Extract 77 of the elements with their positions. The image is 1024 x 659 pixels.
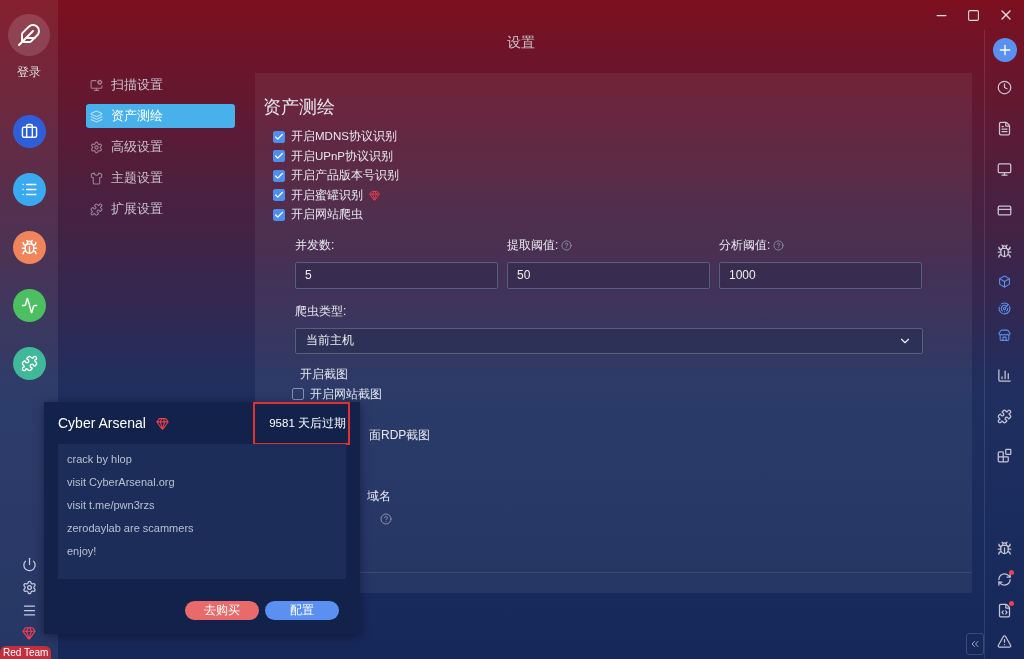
checkbox[interactable] — [273, 208, 285, 221]
message-line: enjoy! — [67, 544, 98, 559]
document-icon[interactable] — [997, 121, 1012, 136]
box-icon[interactable] — [998, 275, 1011, 288]
puzzle-icon — [90, 202, 103, 216]
input-field[interactable]: 50 — [507, 261, 710, 289]
team-badge: Red Team — [0, 646, 52, 659]
shirt-icon — [90, 171, 103, 185]
expiry-text: 9581 天后过期 — [253, 401, 350, 445]
checkbox[interactable] — [273, 150, 285, 163]
list-icon[interactable] — [12, 173, 46, 206]
checkbox[interactable] — [273, 189, 285, 202]
help-icon[interactable] — [561, 239, 573, 251]
refresh-icon[interactable] — [997, 572, 1012, 587]
checkbox[interactable] — [292, 388, 304, 400]
radar-icon[interactable] — [998, 302, 1011, 315]
message-line: visit t.me/pwn3rzs — [67, 498, 156, 513]
nav-item[interactable]: 扫描设置 — [86, 73, 235, 97]
checkbox-label: 开启产品版本号识别 — [291, 168, 399, 184]
double-chevron-icon — [969, 638, 981, 650]
field-label: 并发数: — [295, 236, 335, 254]
bug-icon[interactable] — [997, 244, 1012, 259]
add-button[interactable] — [992, 38, 1017, 62]
bar-chart-icon[interactable] — [997, 368, 1012, 383]
help-icon[interactable] — [773, 239, 785, 251]
nav-item[interactable]: 主题设置 — [86, 166, 235, 190]
input-field[interactable]: 5 — [295, 261, 498, 289]
maximize-icon[interactable] — [967, 8, 980, 22]
layers-icon — [90, 109, 103, 123]
gem-icon[interactable] — [22, 626, 36, 640]
checkbox-label: 开启网站爬虫 — [291, 207, 363, 223]
option-label: 域名 — [367, 487, 391, 505]
card-icon[interactable] — [997, 203, 1012, 218]
briefcase-icon[interactable] — [12, 115, 46, 148]
monitor-icon[interactable] — [997, 162, 1012, 177]
message-line: visit CyberArsenal.org — [67, 475, 176, 490]
checkbox[interactable] — [273, 130, 285, 143]
section-title: 资产测绘 — [263, 96, 336, 119]
help-icon[interactable] — [380, 512, 392, 525]
field-label: 分析阈值: — [719, 236, 771, 254]
checkbox-label: 开启UPnP协议识别 — [291, 148, 394, 164]
blocks-icon[interactable] — [997, 448, 1012, 463]
checkbox[interactable] — [273, 169, 285, 182]
gear-icon — [90, 140, 103, 154]
message-line: crack by hlop — [67, 452, 133, 467]
puzzle-icon[interactable] — [997, 409, 1012, 424]
crawler-select[interactable]: 当前主机 — [295, 327, 923, 354]
chart-icon[interactable] — [12, 289, 46, 322]
scan-icon — [90, 78, 103, 92]
message-line: zerodaylab are scammers — [67, 521, 195, 536]
collapse-button[interactable] — [966, 633, 984, 655]
store-icon[interactable] — [998, 329, 1011, 342]
checkbox-label: 开启蜜罐识别 — [291, 187, 363, 203]
bug-icon[interactable] — [997, 541, 1012, 556]
field-label: 提取阈值: — [507, 236, 559, 254]
window-title: 设置 — [506, 33, 536, 52]
subsection-title: 开启截图 — [300, 365, 349, 383]
checkbox-label: 开启网站截图 — [310, 385, 382, 403]
gem-icon — [155, 416, 169, 430]
warning-icon[interactable] — [997, 634, 1012, 649]
input-field[interactable]: 1000 — [719, 261, 922, 289]
nav-item[interactable]: 扩展设置 — [86, 197, 235, 221]
field-label: 爬虫类型: — [295, 302, 347, 320]
nav-item[interactable]: 高级设置 — [86, 135, 235, 159]
settings-icon[interactable] — [21, 580, 37, 595]
bug-icon[interactable] — [12, 231, 46, 264]
power-icon[interactable] — [21, 557, 37, 572]
menu-icon[interactable] — [21, 603, 37, 618]
gem-icon — [369, 189, 380, 201]
logo-icon — [8, 14, 50, 56]
popup-title: Cyber Arsenal — [58, 415, 146, 431]
option-label: 面RDP截图 — [369, 426, 431, 444]
login-link[interactable]: 登录 — [17, 64, 41, 81]
file-icon[interactable] — [997, 603, 1012, 618]
puzzle-icon[interactable] — [12, 347, 46, 380]
clock-icon[interactable] — [997, 80, 1012, 95]
checkbox-label: 开启MDNS协议识别 — [291, 129, 397, 145]
